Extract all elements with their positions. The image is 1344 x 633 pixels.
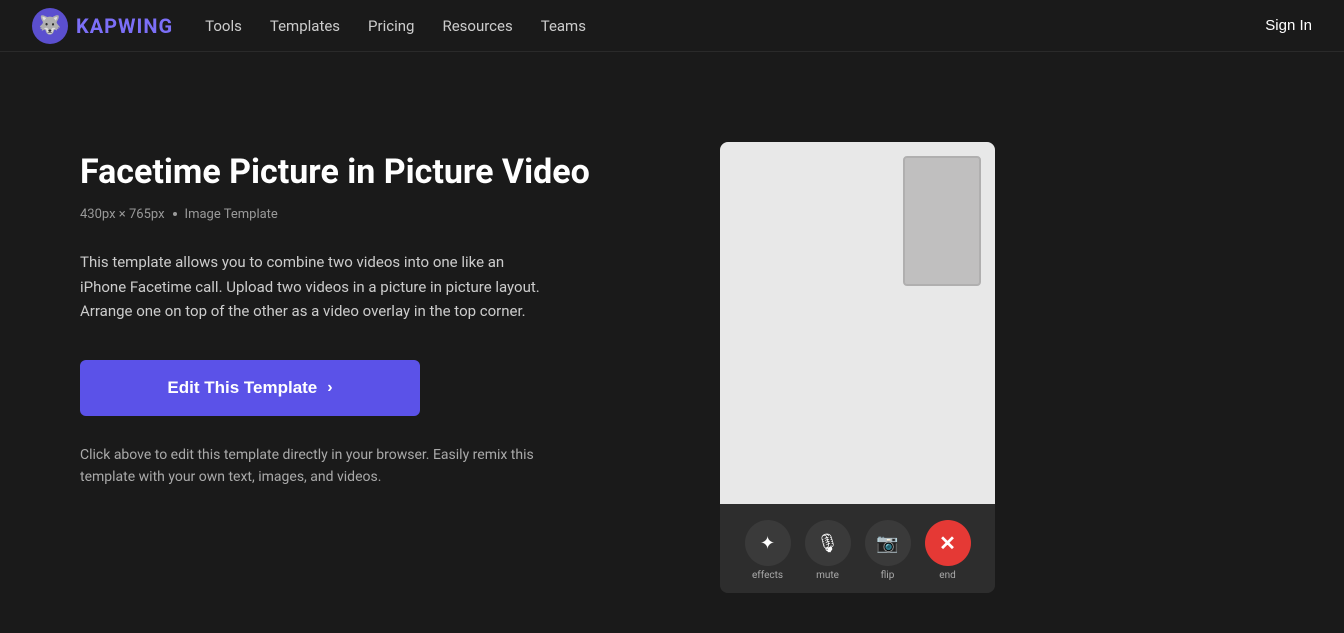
camera-icon: 📷 xyxy=(876,533,898,554)
nav-item-resources[interactable]: Resources xyxy=(442,17,512,35)
preview-controls: ✦ effects 🎙 mute 📷 flip xyxy=(745,520,971,581)
logo-emoji: 🐺 xyxy=(39,15,61,36)
signin-button[interactable]: Sign In xyxy=(1265,17,1312,34)
navbar: 🐺 KAPWING Tools Templates Pricing Resour… xyxy=(0,0,1344,52)
edit-template-button[interactable]: Edit This Template › xyxy=(80,360,420,416)
close-icon: ✕ xyxy=(939,531,956,555)
preview-container: ✦ effects 🎙 mute 📷 flip xyxy=(720,142,995,593)
flip-label: flip xyxy=(881,570,895,581)
template-type-label: Image Template xyxy=(185,207,278,222)
nav-item-pricing[interactable]: Pricing xyxy=(368,17,414,35)
flip-button[interactable]: 📷 xyxy=(865,520,911,566)
page-title: Facetime Picture in Picture Video xyxy=(80,152,660,193)
meta-separator xyxy=(173,212,177,216)
chevron-right-icon: › xyxy=(327,379,332,397)
microphone-icon: 🎙 xyxy=(816,533,839,554)
logo-link[interactable]: 🐺 KAPWING xyxy=(32,8,173,44)
flip-control[interactable]: 📷 flip xyxy=(865,520,911,581)
effects-label: effects xyxy=(752,570,783,581)
preview-main-area xyxy=(720,142,995,504)
edit-button-label: Edit This Template xyxy=(167,378,317,398)
preview-bottom-bar: ✦ effects 🎙 mute 📷 flip xyxy=(720,504,995,593)
dimensions-label: 430px × 765px xyxy=(80,207,165,222)
nav-links: Tools Templates Pricing Resources Teams xyxy=(205,17,1265,35)
nav-item-teams[interactable]: Teams xyxy=(541,17,586,35)
mute-label: mute xyxy=(816,570,839,581)
mute-control[interactable]: 🎙 mute xyxy=(805,520,851,581)
meta-info: 430px × 765px Image Template xyxy=(80,207,660,222)
preview-overlay-box xyxy=(903,156,981,286)
nav-item-tools[interactable]: Tools xyxy=(205,17,242,35)
logo-text: KAPWING xyxy=(76,14,173,38)
effects-button[interactable]: ✦ xyxy=(745,520,791,566)
effects-icon: ✦ xyxy=(760,533,775,554)
nav-item-templates[interactable]: Templates xyxy=(270,17,340,35)
mute-button[interactable]: 🎙 xyxy=(805,520,851,566)
bottom-note-text: Click above to edit this template direct… xyxy=(80,444,540,489)
right-panel: ✦ effects 🎙 mute 📷 flip xyxy=(720,142,995,593)
description-text: This template allows you to combine two … xyxy=(80,250,540,324)
end-button[interactable]: ✕ xyxy=(925,520,971,566)
end-control[interactable]: ✕ end xyxy=(925,520,971,581)
logo-icon: 🐺 xyxy=(32,8,68,44)
effects-control[interactable]: ✦ effects xyxy=(745,520,791,581)
left-panel: Facetime Picture in Picture Video 430px … xyxy=(80,132,660,489)
main-content: Facetime Picture in Picture Video 430px … xyxy=(0,52,1344,633)
end-label: end xyxy=(939,570,955,581)
